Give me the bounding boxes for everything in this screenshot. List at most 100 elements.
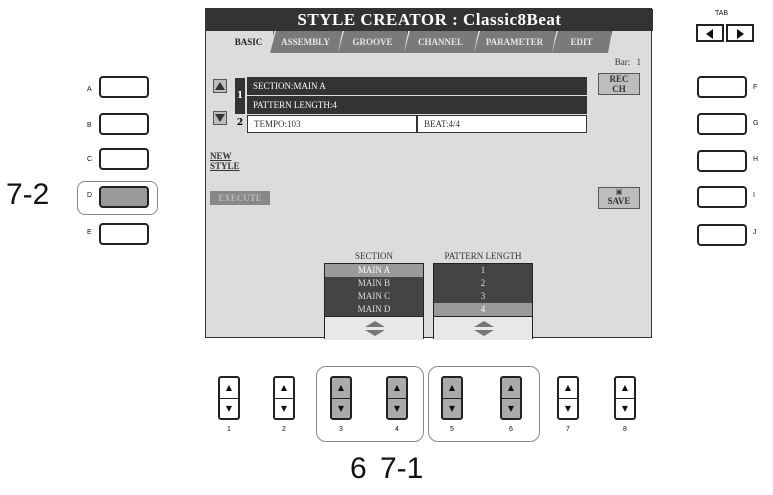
pattern-option[interactable]: 4: [434, 303, 532, 316]
row-number-2: 2: [236, 118, 244, 128]
disk-icon: ▣: [615, 188, 623, 196]
section-selector-title: SECTION: [355, 251, 393, 261]
button-h[interactable]: [697, 150, 747, 172]
scroll-up-button[interactable]: [213, 79, 227, 93]
down-triangle-icon[interactable]: ▼: [559, 398, 577, 418]
button-number-7: 7: [566, 426, 570, 433]
up-triangle-icon[interactable]: ▲: [616, 378, 634, 398]
down-triangle-icon[interactable]: ▼: [275, 398, 293, 418]
tempo-row[interactable]: TEMPO:103: [247, 115, 417, 133]
tab-groove[interactable]: GROOVE: [338, 31, 408, 53]
tab-left-button[interactable]: [696, 24, 724, 42]
callout-step-7-1: 7-1: [380, 452, 424, 485]
up-down-arrows-icon: [365, 321, 385, 336]
section-selector[interactable]: MAIN A MAIN B MAIN C MAIN D: [324, 263, 424, 340]
tab-edit[interactable]: EDIT: [552, 31, 612, 53]
button-f[interactable]: [697, 76, 747, 98]
down-triangle-icon[interactable]: ▼: [332, 398, 350, 418]
tab-channel[interactable]: CHANNEL: [404, 31, 478, 53]
up-down-button-5[interactable]: ▲ ▼: [441, 376, 463, 420]
pattern-option[interactable]: 2: [434, 277, 532, 290]
button-label-c: C: [87, 156, 93, 163]
down-triangle-icon[interactable]: ▼: [443, 398, 461, 418]
button-label-g: G: [753, 120, 759, 127]
section-option[interactable]: MAIN B: [325, 277, 423, 290]
up-triangle-icon[interactable]: ▲: [443, 378, 461, 398]
section-option[interactable]: MAIN C: [325, 290, 423, 303]
up-triangle-icon[interactable]: ▲: [220, 378, 238, 398]
down-triangle-icon[interactable]: ▼: [220, 398, 238, 418]
pattern-option[interactable]: 3: [434, 290, 532, 303]
new-style-button[interactable]: NEW STYLE: [210, 151, 254, 173]
pattern-length-selector[interactable]: 1 2 3 4: [433, 263, 533, 340]
button-number-3: 3: [339, 426, 343, 433]
button-a[interactable]: [99, 76, 149, 98]
callout-step-6: 6: [350, 452, 367, 485]
up-triangle-icon[interactable]: ▲: [559, 378, 577, 398]
beat-row[interactable]: BEAT:4/4: [417, 115, 587, 133]
up-down-arrows-icon: [474, 321, 494, 336]
left-arrow-icon: [706, 29, 713, 39]
up-triangle-icon[interactable]: ▲: [275, 378, 293, 398]
button-number-1: 1: [227, 426, 231, 433]
bar-value: 1: [636, 57, 642, 67]
up-down-button-1[interactable]: ▲ ▼: [218, 376, 240, 420]
button-label-f: F: [753, 84, 758, 91]
button-label-i: I: [753, 192, 755, 199]
rec-ch-button[interactable]: REC CH: [598, 73, 640, 95]
save-button[interactable]: ▣ SAVE: [598, 187, 640, 209]
section-row[interactable]: SECTION:MAIN A: [247, 77, 587, 95]
up-down-button-6[interactable]: ▲ ▼: [500, 376, 522, 420]
down-triangle-icon[interactable]: ▼: [616, 398, 634, 418]
up-down-button-7[interactable]: ▲ ▼: [557, 376, 579, 420]
bar-label: Bar:: [614, 57, 631, 67]
button-label-h: H: [753, 156, 759, 163]
button-j[interactable]: [697, 224, 747, 246]
pattern-length-row[interactable]: PATTERN LENGTH:4: [247, 96, 587, 114]
up-down-button-8[interactable]: ▲ ▼: [614, 376, 636, 420]
button-label-b: B: [87, 122, 92, 129]
button-c[interactable]: [99, 148, 149, 170]
up-triangle-icon[interactable]: ▲: [388, 378, 406, 398]
button-number-4: 4: [395, 426, 399, 433]
button-number-2: 2: [282, 426, 286, 433]
button-label-e: E: [87, 229, 92, 236]
section-option[interactable]: MAIN A: [325, 264, 423, 277]
up-triangle-icon[interactable]: ▲: [332, 378, 350, 398]
up-triangle-icon[interactable]: ▲: [502, 378, 520, 398]
up-down-button-4[interactable]: ▲ ▼: [386, 376, 408, 420]
button-b[interactable]: [99, 113, 149, 135]
pattern-up-down-arrows[interactable]: [434, 316, 532, 340]
tab-parameter[interactable]: PARAMETER: [474, 31, 556, 53]
down-triangle-icon: [215, 114, 225, 122]
lcd-screen: STYLE CREATOR : Classic8Beat BASIC ASSEM…: [205, 8, 653, 340]
button-number-8: 8: [623, 426, 627, 433]
scroll-down-button[interactable]: [213, 111, 227, 125]
row-number-1: 1: [235, 78, 245, 114]
button-d[interactable]: [99, 186, 149, 208]
section-up-down-arrows[interactable]: [325, 316, 423, 340]
button-e[interactable]: [99, 223, 149, 245]
save-label: SAVE: [607, 196, 631, 206]
execute-button[interactable]: EXECUTE: [210, 191, 270, 205]
tab-right-button[interactable]: [726, 24, 754, 42]
button-number-6: 6: [509, 426, 513, 433]
section-option[interactable]: MAIN D: [325, 303, 423, 316]
button-label-d: D: [87, 192, 93, 199]
down-triangle-icon[interactable]: ▼: [502, 398, 520, 418]
callout-step-7-2: 7-2: [6, 178, 50, 211]
tab-buttons-label: TAB: [715, 10, 729, 17]
button-g[interactable]: [697, 113, 747, 135]
button-label-j: J: [753, 229, 757, 236]
up-down-button-2[interactable]: ▲ ▼: [273, 376, 295, 420]
up-triangle-icon: [215, 82, 225, 90]
tab-assembly[interactable]: ASSEMBLY: [270, 31, 342, 53]
down-triangle-icon[interactable]: ▼: [388, 398, 406, 418]
up-down-button-3[interactable]: ▲ ▼: [330, 376, 352, 420]
button-label-a: A: [87, 86, 92, 93]
screen-title: STYLE CREATOR : Classic8Beat: [206, 9, 653, 31]
button-number-5: 5: [450, 426, 454, 433]
button-i[interactable]: [697, 186, 747, 208]
tab-basic[interactable]: BASIC: [224, 31, 274, 53]
pattern-option[interactable]: 1: [434, 264, 532, 277]
